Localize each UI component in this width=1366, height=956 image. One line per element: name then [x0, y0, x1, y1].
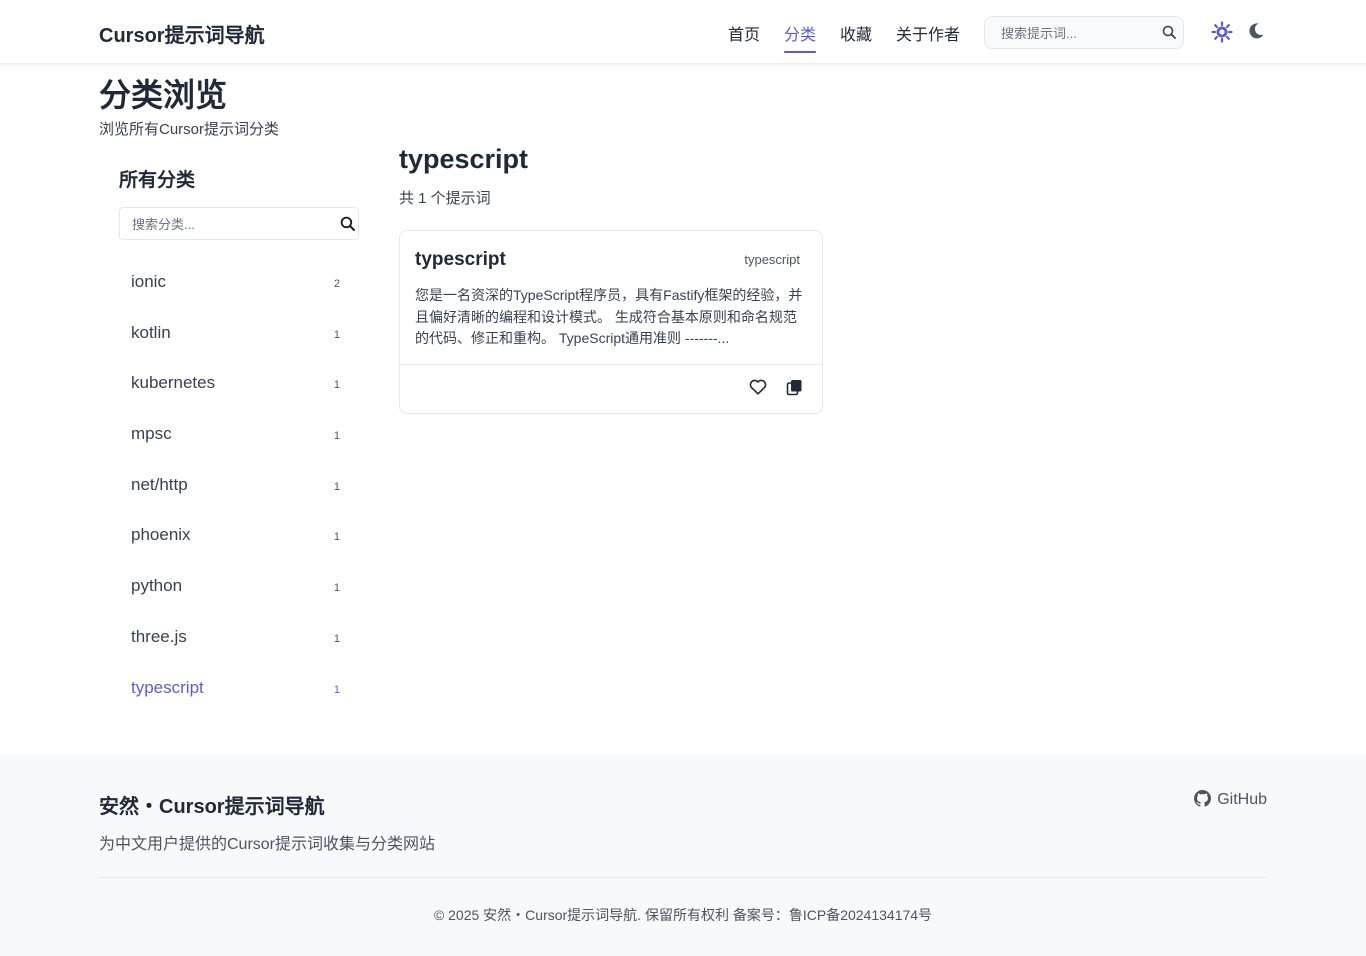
github-link[interactable]: GitHub — [1194, 790, 1267, 809]
category-name: python — [131, 576, 183, 596]
category-name: net/http — [131, 474, 188, 494]
sidebar-item-net-http[interactable]: net/http 1 — [119, 461, 359, 512]
prompt-count: 共 1 个提示词 — [399, 190, 491, 207]
category-name: typescript — [131, 677, 204, 697]
page-title: 分类浏览 — [99, 77, 228, 113]
site-footer: 安然・Cursor提示词导航 为中文用户提供的Cursor提示词收集与分类网站 … — [0, 755, 1366, 956]
category-count: 1 — [333, 683, 340, 696]
nav-about-author[interactable]: 关于作者 — [896, 21, 960, 45]
copy-icon[interactable] — [786, 379, 803, 401]
category-list: ionic 2 kotlin 1 kubernetes 1 mpsc 1 net… — [119, 258, 359, 714]
prompt-card-title[interactable]: typescript — [415, 249, 506, 271]
footer-title: 安然・Cursor提示词导航 — [99, 796, 325, 818]
category-name: mpsc — [131, 424, 172, 444]
category-count: 2 — [333, 278, 340, 290]
footer-divider — [99, 877, 1267, 878]
github-icon — [1194, 790, 1212, 807]
category-count: 1 — [333, 328, 340, 341]
card-divider — [400, 364, 822, 365]
category-name: ionic — [131, 272, 166, 291]
category-count: 1 — [333, 531, 340, 544]
prompt-card-tag: typescript — [744, 252, 800, 267]
sidebar-item-typescript[interactable]: typescript 1 — [119, 664, 359, 715]
moon-icon[interactable] — [1247, 22, 1265, 45]
footer-description: 为中文用户提供的Cursor提示词收集与分类网站 — [99, 836, 436, 853]
active-nav-indicator — [784, 51, 816, 53]
github-label: GitHub — [1217, 791, 1267, 808]
nav-categories[interactable]: 分类 — [784, 21, 816, 45]
sidebar-item-kotlin[interactable]: kotlin 1 — [119, 309, 359, 360]
category-count: 1 — [333, 582, 340, 595]
sidebar-item-kubernetes[interactable]: kubernetes 1 — [119, 359, 359, 410]
sidebar-item-mpsc[interactable]: mpsc 1 — [119, 410, 359, 461]
sidebar-title: 所有分类 — [119, 170, 196, 191]
copyright-text: © 2025 安然・Cursor提示词导航. 保留所有权利 备案号：鲁ICP备2… — [433, 907, 933, 923]
sidebar-item-ionic[interactable]: ionic 2 — [119, 258, 359, 309]
nav-home[interactable]: 首页 — [728, 21, 760, 45]
category-name: three.js — [131, 626, 187, 646]
prompt-search — [984, 16, 1184, 49]
sidebar-item-threejs[interactable]: three.js 1 — [119, 613, 359, 664]
search-icon[interactable] — [1162, 25, 1176, 44]
category-count: 1 — [333, 480, 340, 493]
category-name: kubernetes — [131, 373, 216, 393]
sidebar-item-phoenix[interactable]: phoenix 1 — [119, 511, 359, 562]
sidebar-item-python[interactable]: python 1 — [119, 562, 359, 613]
category-name: phoenix — [131, 525, 191, 545]
heart-icon[interactable] — [749, 379, 767, 400]
category-count: 1 — [333, 430, 340, 443]
sun-icon[interactable] — [1211, 21, 1233, 48]
category-count: 1 — [333, 632, 340, 645]
prompt-card-description: 您是一名资深的TypeScript程序员，具有Fastify框架的经验，并且偏好… — [415, 287, 803, 346]
prompt-search-input[interactable] — [1001, 24, 1151, 42]
prompt-card[interactable]: typescript typescript 您是一名资深的TypeScript程… — [399, 230, 823, 414]
category-name: kotlin — [131, 322, 171, 342]
nav-favorites[interactable]: 收藏 — [840, 21, 872, 45]
category-search-input[interactable] — [132, 215, 332, 233]
search-icon[interactable] — [340, 216, 355, 236]
category-title: typescript — [399, 144, 529, 174]
category-count: 1 — [333, 379, 340, 392]
top-header: Cursor提示词导航 首页 分类 收藏 关于作者 — [0, 0, 1366, 64]
page-subtitle: 浏览所有Cursor提示词分类 — [99, 121, 280, 138]
category-search — [119, 207, 359, 240]
